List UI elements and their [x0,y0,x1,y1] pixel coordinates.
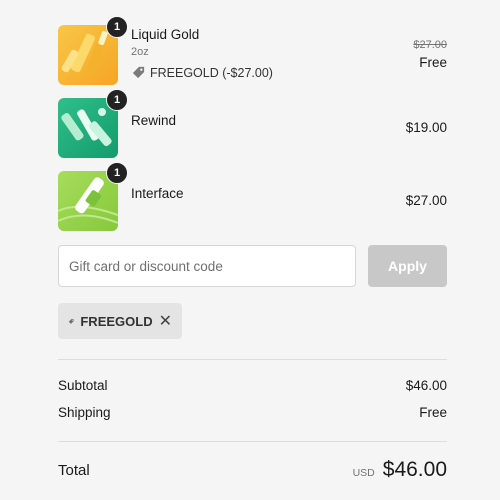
shipping-row: Shipping Free [58,405,447,420]
item-name: Interface [131,186,184,201]
item-name: Rewind [131,113,177,128]
item-variant: 2oz [131,46,149,58]
line-item-interface: 1 Interface $27.00 [58,162,447,231]
item-price: $27.00 [405,193,447,208]
applied-discount-chip: FREEGOLD ✕ [58,303,182,339]
discount-code-input[interactable] [58,245,356,287]
tag-icon [68,318,74,324]
total-label: Total [58,462,90,479]
tag-icon [132,66,145,79]
product-thumbnail: 1 [58,89,128,158]
item-price: $19.00 [405,120,447,135]
product-thumbnail: 1 [58,162,128,231]
shipping-value: Free [419,405,447,420]
item-price: Free [419,55,447,70]
line-item-liquid-gold: 1 Liquid Gold 2oz FREEGOLD (-$27.00) $27… [58,16,447,85]
product-thumbnail: 1 [58,16,128,85]
shipping-label: Shipping [58,405,111,420]
item-discount: FREEGOLD (-$27.00) [131,65,273,80]
line-item-rewind: 1 Rewind $19.00 [58,89,447,158]
quantity-badge: 1 [106,162,128,184]
total-amount: $46.00 [382,458,447,481]
subtotal-label: Subtotal [58,378,108,393]
quantity-badge: 1 [106,16,128,38]
item-name: Liquid Gold [131,27,200,42]
item-discount-text: FREEGOLD (-$27.00) [150,65,273,80]
applied-discount-code: FREEGOLD [80,313,153,329]
total-row: Total USD $46.00 [58,458,447,484]
divider [58,359,447,360]
currency-code: USD [352,467,375,479]
original-price: $27.00 [413,39,447,51]
divider [58,441,447,442]
subtotal-row: Subtotal $46.00 [58,378,447,393]
quantity-badge: 1 [106,89,128,111]
subtotal-value: $46.00 [405,378,447,393]
apply-button[interactable]: Apply [368,245,447,287]
remove-discount-icon[interactable]: ✕ [159,311,172,331]
